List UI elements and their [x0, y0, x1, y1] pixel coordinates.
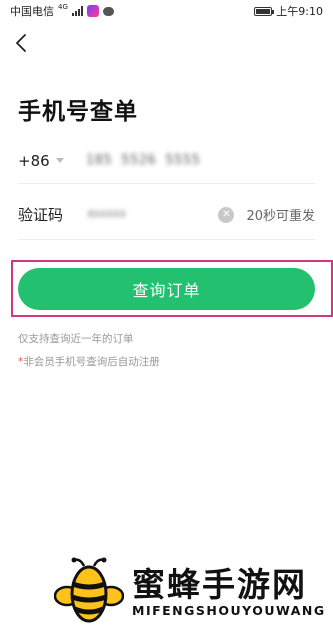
chevron-left-icon: [16, 34, 26, 52]
verification-code-label: 验证码: [18, 206, 64, 224]
query-order-button[interactable]: 查询订单: [18, 268, 315, 310]
network-label: 4G: [58, 3, 68, 11]
message-icon: [102, 6, 114, 16]
battery-level: [256, 8, 270, 14]
status-right: 上午9:10: [254, 3, 323, 19]
watermark-title: 蜜蜂手游网: [132, 565, 307, 604]
country-code-value: +86: [18, 151, 50, 170]
chevron-down-icon: [55, 158, 64, 163]
note-auto-register: *非会员手机号查询后自动注册: [18, 354, 160, 369]
status-bar: 中国电信 4G 上午9:10: [0, 0, 333, 22]
resend-button[interactable]: 20秒可重发: [246, 205, 315, 224]
order-lookup-screen: 中国电信 4G 上午9:10 手机号查单 +86 185 5526 5555 验…: [0, 0, 333, 627]
country-code-selector[interactable]: +86: [18, 152, 86, 170]
clock: 上午9:10: [276, 5, 323, 18]
phone-input[interactable]: 185 5526 5555: [86, 153, 201, 168]
phone-row: +86 185 5526 5555: [18, 138, 315, 184]
watermark-logo: 蜜蜂手游网 MIFENGSHOUYOUWANG: [50, 556, 330, 626]
clear-icon[interactable]: ✕: [218, 206, 235, 223]
watermark-subtitle: MIFENGSHOUYOUWANG: [132, 603, 326, 618]
signal-icon: [71, 6, 83, 16]
note-auto-register-text: 非会员手机号查询后自动注册: [23, 356, 160, 368]
status-left: 中国电信 4G: [10, 3, 114, 19]
carrier-label: 中国电信: [10, 5, 54, 18]
bee-icon: [54, 557, 124, 623]
battery-icon: [254, 6, 275, 16]
note-one-year: 仅支持查询近一年的订单: [18, 333, 134, 345]
app-notification-icon: [86, 5, 99, 17]
verification-code-input[interactable]: 8XXXXX: [88, 210, 127, 220]
verification-code-row: 验证码 8XXXXX ✕ 20秒可重发: [18, 190, 315, 240]
page-title: 手机号查单: [18, 99, 138, 125]
back-button[interactable]: [8, 30, 34, 56]
